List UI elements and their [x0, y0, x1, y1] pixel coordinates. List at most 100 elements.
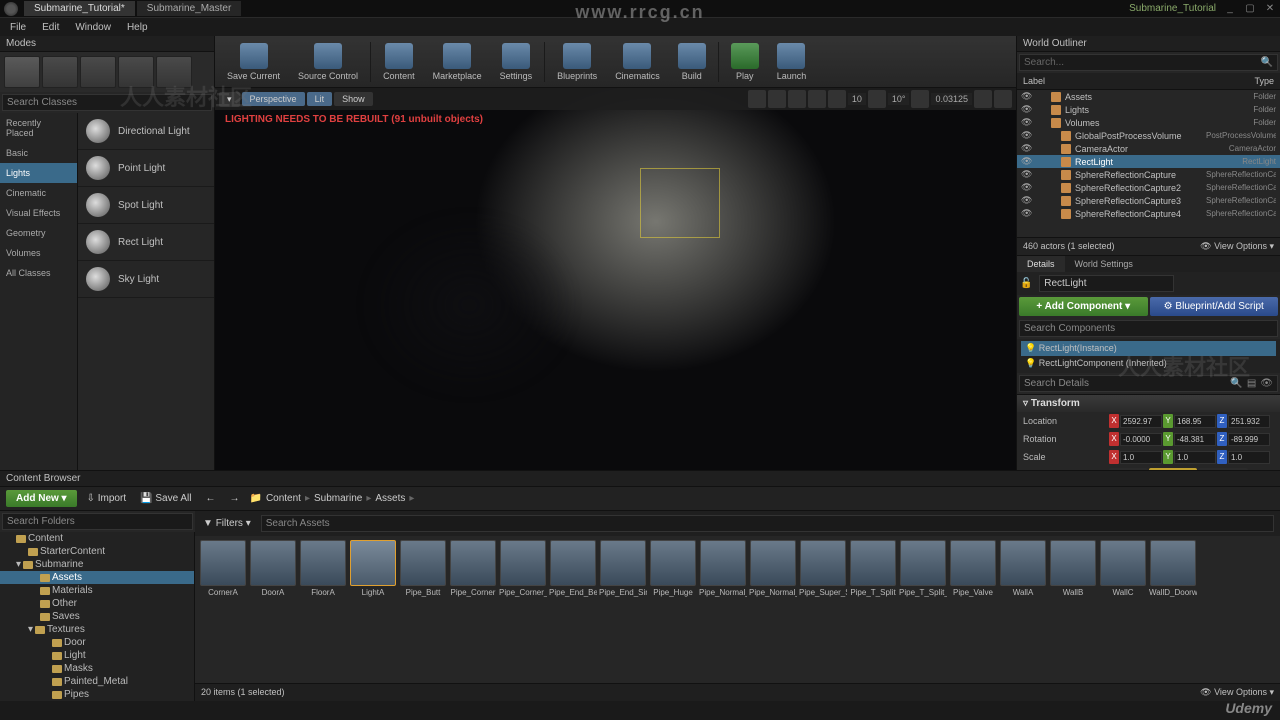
rotation-y[interactable] — [1174, 433, 1216, 446]
tree-item[interactable]: Other — [0, 597, 194, 610]
save-current-button[interactable]: Save Current — [219, 41, 288, 83]
foliage-mode-icon[interactable] — [118, 56, 154, 88]
mobility-stationa[interactable]: ● Stationa — [1149, 468, 1197, 470]
asset-item[interactable]: DoorA — [249, 540, 297, 597]
vp-menu-icon[interactable]: ▾ — [219, 92, 240, 107]
scale-x[interactable] — [1120, 451, 1162, 464]
asset-item[interactable]: LightA — [349, 540, 397, 597]
outliner-row[interactable]: 👁SphereReflectionCapture2SphereReflectio… — [1017, 181, 1280, 194]
tree-item[interactable]: StarterContent — [0, 545, 194, 558]
location-x[interactable] — [1120, 415, 1162, 428]
eye-icon[interactable]: 👁 — [1260, 378, 1273, 389]
asset-item[interactable]: Pipe_Super_Short_Cut — [799, 540, 847, 597]
title-tab[interactable]: Submarine_Master — [137, 1, 241, 16]
blueprints-button[interactable]: Blueprints — [549, 41, 605, 83]
cb-view-options[interactable]: 👁 View Options ▾ — [1200, 687, 1274, 698]
settings-button[interactable]: Settings — [492, 41, 541, 83]
asset-item[interactable]: Pipe_Corner_Short — [499, 540, 547, 597]
asset-item[interactable]: Pipe_T_Split — [849, 540, 897, 597]
component-item[interactable]: 💡 RectLightComponent (Inherited) — [1021, 356, 1276, 371]
filters-button[interactable]: ▼ Filters ▾ — [199, 516, 255, 531]
maximize-icon[interactable]: ▢ — [1244, 3, 1256, 15]
visibility-icon[interactable]: 👁 — [1021, 195, 1033, 206]
viewport-scene[interactable] — [215, 88, 1016, 470]
vp-snap-scale-icon[interactable] — [911, 90, 929, 108]
location-y[interactable] — [1174, 415, 1216, 428]
vp-lit-button[interactable]: Lit — [307, 92, 333, 106]
menu-edit[interactable]: Edit — [34, 20, 67, 35]
vp-rotate-icon[interactable] — [788, 90, 806, 108]
nav-back-icon[interactable]: ← — [201, 491, 219, 506]
breadcrumb-item[interactable]: Content — [266, 493, 301, 504]
light-item[interactable]: Spot Light — [78, 187, 214, 224]
outliner-row[interactable]: 👁LightsFolder — [1017, 103, 1280, 116]
tree-item[interactable]: Door — [0, 636, 194, 649]
asset-item[interactable]: WallA — [999, 540, 1047, 597]
scale-z[interactable] — [1228, 451, 1270, 464]
tree-item[interactable]: Saves — [0, 610, 194, 623]
asset-item[interactable]: Pipe_Butt — [399, 540, 447, 597]
transform-header[interactable]: ▿ Transform — [1017, 395, 1280, 412]
tree-item[interactable]: Materials — [0, 584, 194, 597]
asset-item[interactable]: Pipe_T_Split_ThinExt — [899, 540, 947, 597]
light-item[interactable]: Rect Light — [78, 224, 214, 261]
marketplace-button[interactable]: Marketplace — [425, 41, 490, 83]
details-view-icon[interactable]: ▤ — [1247, 378, 1256, 389]
vp-select-icon[interactable] — [748, 90, 766, 108]
visibility-icon[interactable]: 👁 — [1021, 143, 1033, 154]
search-details-input[interactable]: Search Details 🔍 ▤ 👁 — [1019, 375, 1278, 392]
tab-details[interactable]: Details — [1017, 256, 1065, 272]
asset-item[interactable]: Pipe_Normal_Short — [749, 540, 797, 597]
menu-help[interactable]: Help — [119, 20, 156, 35]
outliner-row[interactable]: 👁RectLightRectLight — [1017, 155, 1280, 168]
light-item[interactable]: Sky Light — [78, 261, 214, 298]
outliner-search[interactable]: Search... 🔍 — [1019, 54, 1278, 71]
vp-perspective-button[interactable]: Perspective — [242, 92, 305, 106]
vp-camera-speed-icon[interactable] — [974, 90, 992, 108]
close-icon[interactable]: ✕ — [1264, 3, 1276, 15]
visibility-icon[interactable]: 👁 — [1021, 104, 1033, 115]
paint-mode-icon[interactable] — [42, 56, 78, 88]
menu-file[interactable]: File — [2, 20, 34, 35]
outliner-row[interactable]: 👁AssetsFolder — [1017, 90, 1280, 103]
modes-cat-lights[interactable]: Lights — [0, 163, 77, 183]
modes-cat-recently-placed[interactable]: Recently Placed — [0, 113, 77, 143]
tree-item[interactable]: Light — [0, 649, 194, 662]
import-button[interactable]: ⇩ Import — [83, 491, 131, 506]
col-type[interactable]: Type — [1254, 76, 1274, 86]
landscape-mode-icon[interactable] — [80, 56, 116, 88]
asset-item[interactable]: Pipe_Valve — [949, 540, 997, 597]
search-classes-input[interactable]: Search Classes — [2, 94, 212, 111]
modes-cat-cinematic[interactable]: Cinematic — [0, 183, 77, 203]
tree-item[interactable]: ▾ Textures — [0, 623, 194, 636]
vp-snap-angle-value[interactable]: 10° — [888, 93, 910, 105]
rotation-x[interactable] — [1120, 433, 1162, 446]
search-assets-input[interactable]: Search Assets — [261, 515, 1274, 532]
outliner-row[interactable]: 👁GlobalPostProcessVolumePostProcessVolum… — [1017, 129, 1280, 142]
add-new-button[interactable]: Add New ▾ — [6, 490, 77, 507]
breadcrumb-item[interactable]: Submarine — [314, 493, 362, 504]
tree-item[interactable]: ▾ Submarine — [0, 558, 194, 571]
visibility-icon[interactable]: 👁 — [1021, 169, 1033, 180]
mobility-static[interactable]: ● Static — [1109, 468, 1148, 470]
rotation-z[interactable] — [1228, 433, 1270, 446]
mobility-movable[interactable]: ● Movable — [1198, 468, 1247, 470]
asset-item[interactable]: Pipe_End_Bend — [549, 540, 597, 597]
modes-cat-volumes[interactable]: Volumes — [0, 243, 77, 263]
lock-icon[interactable]: 🔓 — [1020, 278, 1032, 289]
visibility-icon[interactable]: 👁 — [1021, 91, 1033, 102]
visibility-icon[interactable]: 👁 — [1021, 208, 1033, 219]
tree-item[interactable]: Painted_Metal — [0, 675, 194, 688]
source-control-button[interactable]: Source Control — [290, 41, 366, 83]
blueprint-button[interactable]: ⚙ Blueprint/Add Script — [1150, 297, 1279, 316]
visibility-icon[interactable]: 👁 — [1021, 130, 1033, 141]
place-mode-icon[interactable] — [4, 56, 40, 88]
visibility-icon[interactable]: 👁 — [1021, 156, 1033, 167]
asset-item[interactable]: FloorA — [299, 540, 347, 597]
cinematics-button[interactable]: Cinematics — [607, 41, 668, 83]
view-options-button[interactable]: 👁 View Options ▾ — [1200, 241, 1274, 252]
col-label[interactable]: Label — [1023, 76, 1254, 86]
asset-item[interactable]: WallC — [1099, 540, 1147, 597]
actor-name-input[interactable] — [1039, 275, 1174, 292]
tree-item[interactable]: Pipes — [0, 688, 194, 701]
